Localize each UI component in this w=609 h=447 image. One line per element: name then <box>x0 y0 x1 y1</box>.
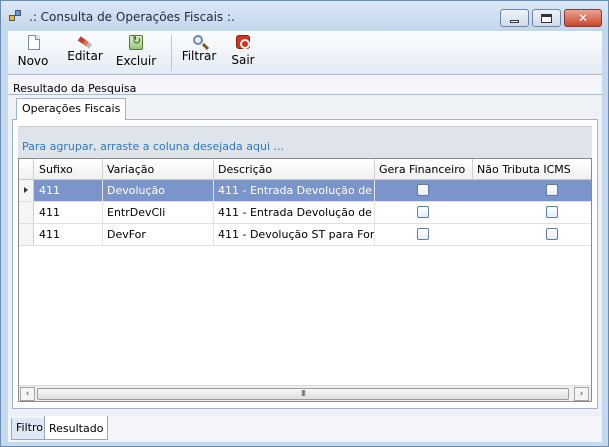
cell-variacao: Devolução <box>103 180 214 201</box>
cell-descricao: 411 - Entrada Devolução de V... <box>214 202 375 223</box>
cell-sufixo: 411 <box>35 202 103 223</box>
client-area: Novo Editar Excluir Filtrar Sair Resulta… <box>8 31 602 442</box>
tab-operacoes-fiscais[interactable]: Operações Fiscais <box>16 98 127 120</box>
nao-tributa-icms-checkbox[interactable] <box>546 184 558 196</box>
toolbar: Novo Editar Excluir Filtrar Sair <box>8 31 602 75</box>
row-indicator <box>19 224 34 245</box>
window-title: .: Consulta de Operações Fiscais :. <box>29 10 235 24</box>
gera-financeiro-checkbox[interactable] <box>417 184 429 196</box>
nao-tributa-icms-checkbox[interactable] <box>546 228 558 240</box>
scroll-left-icon[interactable]: ‹ <box>20 387 35 401</box>
grid-header: Sufixo Variação Descrição Gera Financeir… <box>19 159 591 180</box>
editar-button[interactable]: Editar <box>65 33 105 73</box>
column-header-gera-financeiro[interactable]: Gera Financeiro <box>375 159 473 180</box>
cell-variacao: DevFor <box>103 224 214 245</box>
novo-label: Novo <box>17 54 49 68</box>
group-by-area[interactable]: Para agrupar, arraste a coluna desejada … <box>18 126 592 158</box>
nao-tributa-icms-checkbox[interactable] <box>546 206 558 218</box>
group-by-hint: Para agrupar, arraste a coluna desejada … <box>22 140 284 153</box>
minimize-button[interactable] <box>500 9 529 27</box>
new-document-icon <box>28 35 40 50</box>
sair-button[interactable]: Sair <box>229 33 257 73</box>
close-button[interactable]: ✕ <box>564 9 602 27</box>
column-header-sufixo[interactable]: Sufixo <box>35 159 103 180</box>
gera-financeiro-checkbox[interactable] <box>417 206 429 218</box>
toolbar-separator <box>171 35 172 71</box>
close-icon: ✕ <box>577 11 589 25</box>
scrollbar-thumb[interactable]: III <box>37 388 569 400</box>
power-icon <box>236 35 250 49</box>
scroll-right-icon[interactable]: › <box>574 387 589 401</box>
novo-button[interactable]: Novo <box>13 33 53 73</box>
table-row[interactable]: 411 DevFor 411 - Devolução ST para Forn.… <box>19 224 591 246</box>
table-row[interactable]: 411 Devolução 411 - Entrada Devolução de… <box>19 180 591 202</box>
row-selector-header <box>19 159 34 180</box>
table-row[interactable]: 411 EntrDevCli 411 - Entrada Devolução d… <box>19 202 591 224</box>
tab-resultado[interactable]: Resultado <box>44 416 109 440</box>
filtrar-label: Filtrar <box>181 49 217 63</box>
tab-filtro[interactable]: Filtro <box>11 418 48 440</box>
editar-label: Editar <box>67 49 103 63</box>
sair-label: Sair <box>231 53 255 67</box>
horizontal-scrollbar[interactable]: ‹ III › <box>19 385 591 401</box>
operations-grid[interactable]: Sufixo Variação Descrição Gera Financeir… <box>18 158 592 402</box>
minimize-icon <box>510 19 519 23</box>
maximize-icon <box>541 13 552 23</box>
gera-financeiro-checkbox[interactable] <box>417 228 429 240</box>
cell-descricao: 411 - Entrada Devolução de V... <box>214 180 375 201</box>
row-indicator <box>19 202 34 223</box>
cell-variacao: EntrDevCli <box>103 202 214 223</box>
cell-descricao: 411 - Devolução ST para Forn... <box>214 224 375 245</box>
excluir-button[interactable]: Excluir <box>114 33 158 73</box>
app-icon <box>9 10 23 22</box>
row-indicator <box>19 180 34 201</box>
pencil-eraser-icon <box>77 36 93 49</box>
recycle-bin-icon <box>129 34 143 50</box>
filtrar-button[interactable]: Filtrar <box>180 33 218 73</box>
maximize-button[interactable] <box>532 9 561 27</box>
title-bar[interactable]: .: Consulta de Operações Fiscais :. ✕ <box>1 1 608 31</box>
main-window: .: Consulta de Operações Fiscais :. ✕ No… <box>0 0 609 447</box>
cell-sufixo: 411 <box>35 180 103 201</box>
operacoes-fiscais-page: Para agrupar, arraste a coluna desejada … <box>12 119 598 409</box>
column-header-variacao[interactable]: Variação <box>103 159 214 180</box>
column-header-nao-tributa-icms[interactable]: Não Tributa ICMS <box>473 159 591 180</box>
excluir-label: Excluir <box>115 54 157 68</box>
column-header-descricao[interactable]: Descrição <box>214 159 375 180</box>
cell-sufixo: 411 <box>35 224 103 245</box>
current-row-arrow-icon <box>24 187 28 193</box>
magnifier-icon <box>192 35 203 45</box>
